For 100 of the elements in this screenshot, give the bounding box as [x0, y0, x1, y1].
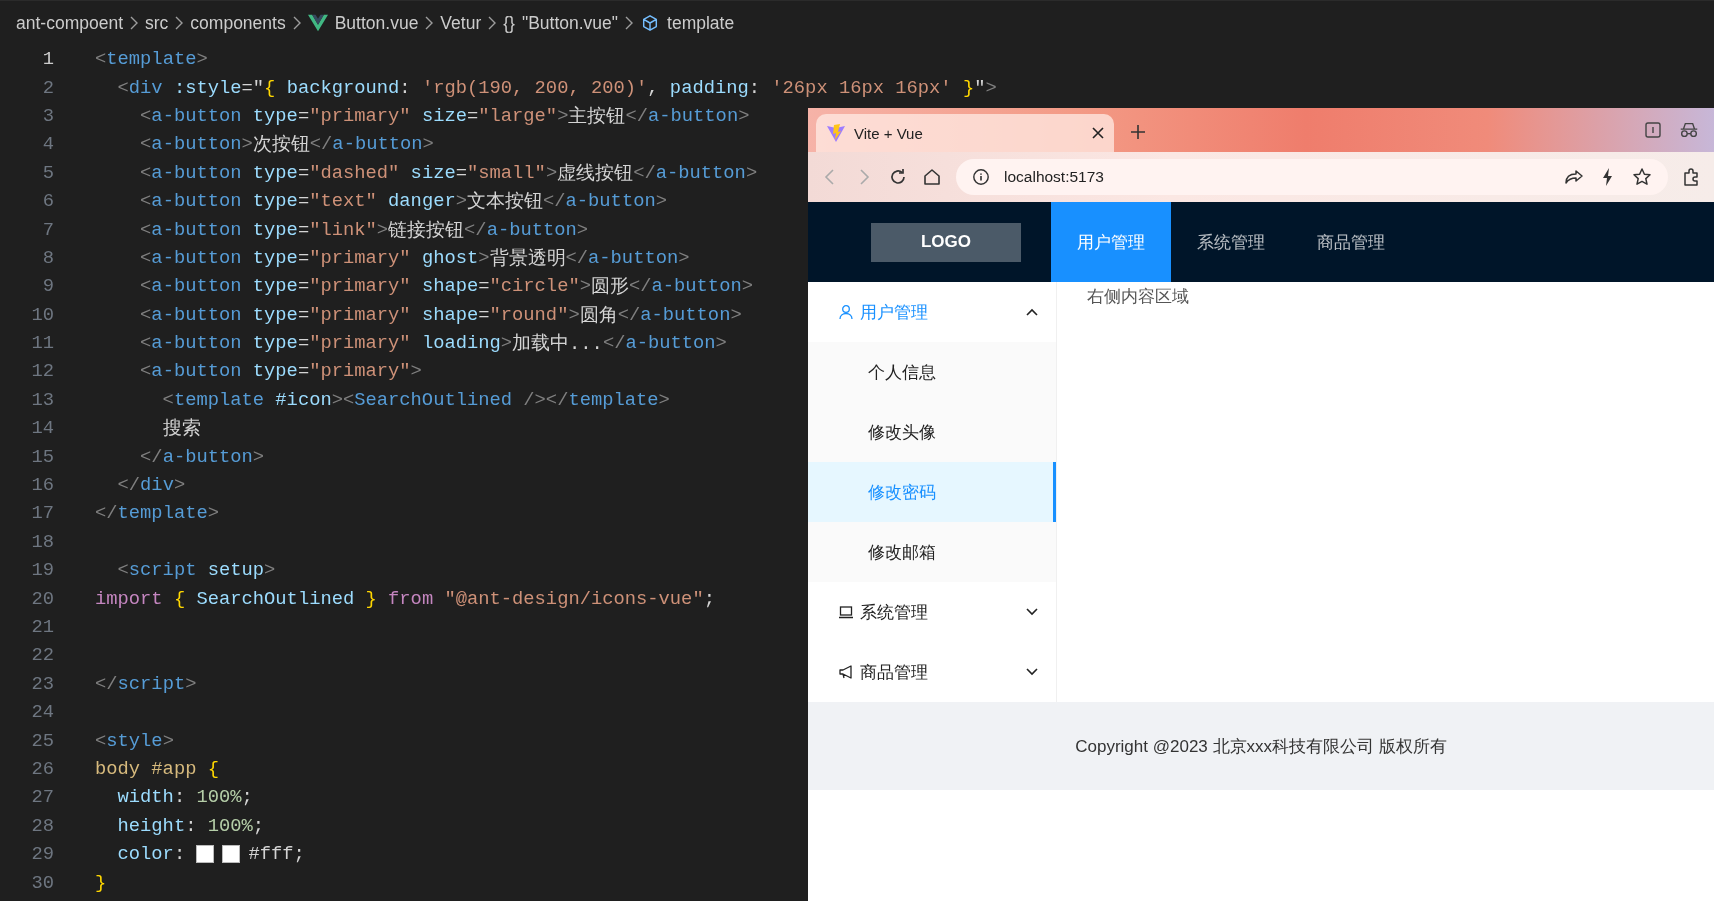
code-line: <template #icon><SearchOutlined /></template>	[161, 388, 670, 411]
code-line: <template>	[95, 48, 208, 71]
code-line: <a-button type="primary" shape="circle">圆形</a-button>	[139, 274, 753, 300]
chevron-icon	[1026, 668, 1038, 676]
line-number: 10	[30, 303, 54, 326]
code-line: body #app {	[95, 757, 219, 780]
close-icon[interactable]	[1092, 127, 1104, 139]
info-icon	[972, 168, 990, 186]
tab-count-icon[interactable]	[1642, 120, 1664, 140]
chevron-icon	[1026, 608, 1038, 616]
line-number: 21	[30, 616, 54, 638]
code-line: <a-button type="primary" loading>加载中...</a-button>	[139, 331, 727, 357]
code-line: <a-button type="text" danger>文本按钮</a-button>	[139, 189, 667, 215]
code-line: <a-button type="dashed" size="small">虚线按钮</a-button>	[139, 160, 758, 186]
incognito-icon[interactable]	[1678, 120, 1700, 140]
braces-icon: {}	[503, 12, 515, 34]
code-line: <script setup>	[116, 559, 276, 582]
chevron-icon	[1026, 308, 1038, 316]
share-icon[interactable]	[1564, 167, 1584, 187]
line-number: 8	[41, 246, 54, 269]
line-number: 11	[30, 332, 54, 355]
code-line: <a-button type="primary" ghost>背景透明</a-button>	[139, 245, 690, 271]
line-number: 7	[41, 218, 54, 241]
menu-item[interactable]: 个人信息	[808, 342, 1056, 402]
code-line: <a-button type="primary" shape="round">圆角</a-button>	[139, 302, 742, 328]
code-line: <a-button>次按钮</a-button>	[139, 132, 434, 158]
code-line: import { SearchOutlined } from "@ant-design/icons-vue";	[95, 587, 715, 610]
vite-logo-icon	[826, 123, 846, 143]
menu-item[interactable]: 修改邮箱	[808, 522, 1056, 582]
code-line: <style>	[95, 729, 174, 752]
code-line: <a-button type="link">链接按钮</a-button>	[139, 217, 589, 243]
line-number: 27	[30, 786, 54, 809]
content-text: 右侧内容区域	[1087, 287, 1189, 305]
line-number: 29	[30, 843, 54, 866]
submenu-title[interactable]: 系统管理	[808, 582, 1056, 642]
chevron-icon	[488, 16, 497, 30]
line-number: 5	[41, 161, 54, 184]
chevron-icon	[425, 16, 434, 30]
nav-item[interactable]: 系统管理	[1171, 202, 1291, 282]
copyright-text: Copyright @2023 北京xxx科技有限公司 版权所有	[1075, 735, 1447, 758]
code-line: 搜索	[161, 417, 201, 442]
reload-icon[interactable]	[888, 167, 908, 187]
line-number: 3	[41, 104, 54, 127]
line-number: 14	[30, 417, 54, 440]
breadcrumb-item[interactable]: src	[145, 12, 169, 34]
code-line: <a-button type="primary" size="large">主按钮</a-button>	[139, 103, 750, 129]
submenu-title[interactable]: 商品管理	[808, 642, 1056, 702]
chevron-icon	[175, 16, 184, 30]
code-line: <div :style="{ background: 'rgb(190, 200, 200)', padding: '26px 16px 16px' }">	[116, 76, 997, 99]
code-line: color: #fff;	[116, 843, 305, 866]
star-icon[interactable]	[1632, 167, 1652, 187]
browser-tab[interactable]: Vite + Vue	[816, 114, 1114, 152]
code-line: </script>	[95, 672, 197, 695]
line-number: 9	[41, 275, 54, 298]
line-number: 12	[30, 360, 54, 383]
chevron-icon	[130, 16, 138, 30]
line-number: 19	[30, 559, 54, 582]
line-number: 22	[30, 644, 54, 667]
code-line: <a-button type="primary">	[139, 360, 422, 383]
breadcrumb-item[interactable]: ant-compoent	[16, 12, 123, 34]
user-icon	[838, 304, 854, 320]
line-number: 18	[30, 530, 54, 553]
chevron-icon	[625, 16, 634, 30]
tab-title: Vite + Vue	[854, 124, 924, 142]
breadcrumb-item[interactable]: template	[667, 12, 735, 34]
line-number: 16	[30, 474, 54, 497]
code-line: width: 100%;	[116, 786, 253, 809]
code-line: }	[95, 871, 107, 894]
line-number: 15	[30, 445, 54, 468]
address-bar[interactable]: localhost:5173	[956, 159, 1668, 195]
code-line: </template>	[95, 502, 219, 525]
menu-item[interactable]: 修改头像	[808, 402, 1056, 462]
code-line: </div>	[116, 474, 186, 497]
vue-logo-icon	[307, 14, 328, 32]
line-number: 4	[41, 133, 54, 156]
line-number: 17	[30, 502, 54, 525]
new-tab-icon[interactable]	[1130, 124, 1146, 140]
breadcrumb-item[interactable]: Vetur	[440, 12, 482, 34]
line-number: 23	[30, 672, 54, 695]
code-line: height: 100%;	[116, 814, 265, 837]
breadcrumb-item[interactable]: "Button.vue"	[521, 12, 619, 34]
logo: LOGO	[871, 222, 1021, 262]
chevron-icon	[292, 16, 301, 30]
line-number: 13	[30, 388, 54, 411]
home-icon[interactable]	[922, 167, 942, 187]
line-number: 6	[41, 190, 54, 213]
laptop-icon	[838, 604, 854, 620]
line-number: 2	[41, 76, 54, 99]
line-number: 1	[41, 48, 54, 71]
megaphone-icon	[838, 664, 854, 680]
line-number: 26	[30, 757, 54, 780]
line-number: 30	[30, 871, 54, 894]
breadcrumb-item[interactable]: Button.vue	[334, 12, 419, 34]
line-number: 20	[30, 587, 54, 610]
line-number: 25	[30, 729, 54, 752]
line-number: 24	[30, 701, 54, 724]
nav-item[interactable]: 商品管理	[1291, 202, 1411, 282]
line-number: 28	[30, 814, 54, 837]
code-line: </a-button>	[139, 445, 265, 468]
breadcrumb-item[interactable]: components	[190, 12, 286, 34]
